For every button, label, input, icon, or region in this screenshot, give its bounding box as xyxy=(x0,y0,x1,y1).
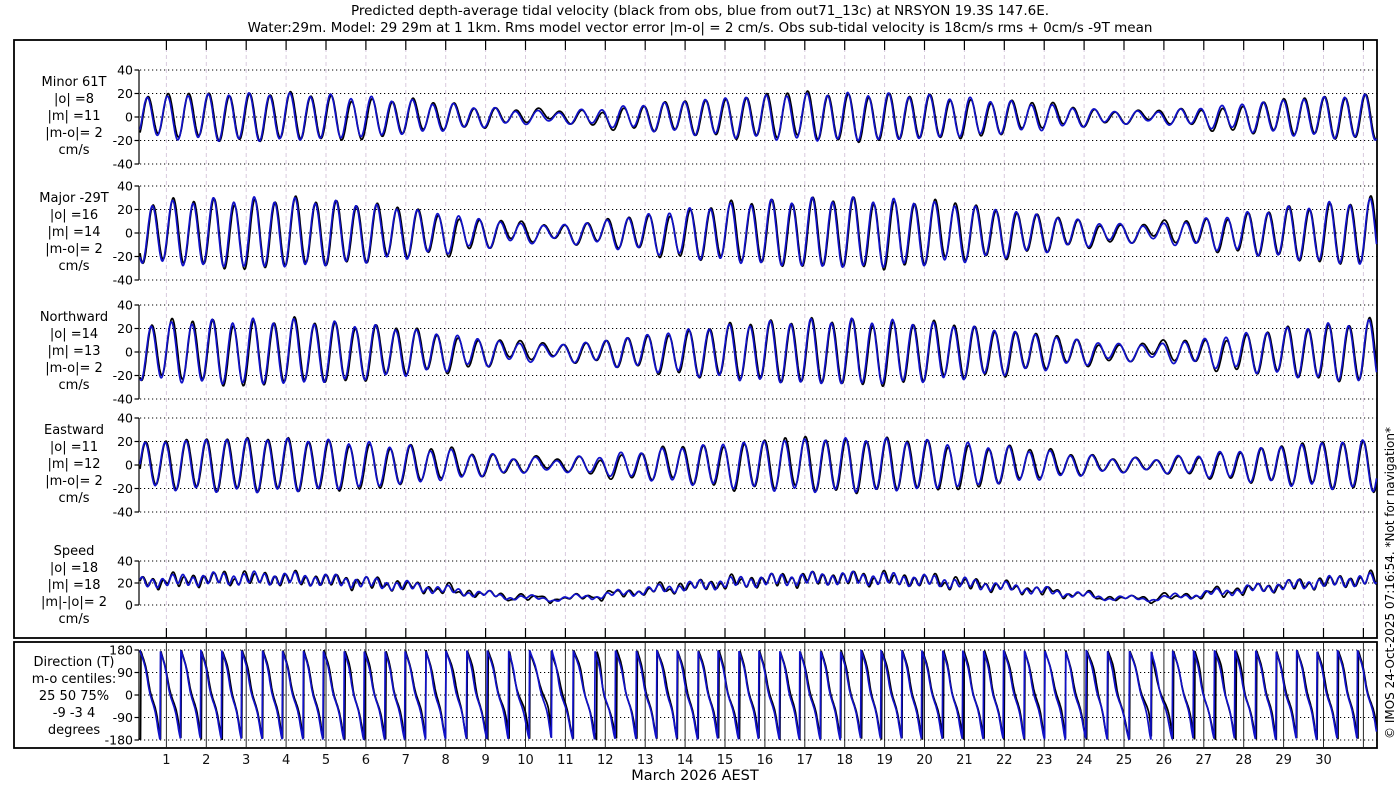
panel-label-northward: Northward |o| =14 |m| =13 |m-o|= 2 cm/s xyxy=(14,309,134,394)
x-tick-label: 18 xyxy=(836,753,853,768)
panel-title: Eastward xyxy=(43,423,105,438)
x-tick-label: 26 xyxy=(1156,753,1173,768)
tidal-velocity-figure: Predicted depth-average tidal velocity (… xyxy=(0,0,1400,800)
x-tick-label: 3 xyxy=(242,753,250,768)
model-rms: |m| =12 xyxy=(47,457,101,472)
x-tick-label: 15 xyxy=(717,753,734,768)
model-rms: |m| =14 xyxy=(47,225,101,240)
obs-rms: |o| =14 xyxy=(49,327,99,342)
panel-title: Major -29T xyxy=(39,191,109,206)
x-tick-label: 9 xyxy=(481,753,489,768)
velocity-panels-box xyxy=(13,39,1378,639)
x-axis-label: March 2026 AEST xyxy=(631,768,759,784)
panel-title: Speed xyxy=(53,544,95,559)
centiles-caption: m-o centiles: xyxy=(31,672,117,687)
obs-rms: |o| =16 xyxy=(49,208,99,223)
x-tick-label: 21 xyxy=(956,753,973,768)
x-tick-label: 11 xyxy=(557,753,574,768)
unit-label: cm/s xyxy=(58,378,90,393)
panel-title: Northward xyxy=(39,310,109,325)
x-tick-label: 30 xyxy=(1315,753,1332,768)
panel-label-eastward: Eastward |o| =11 |m| =12 |m-o|= 2 cm/s xyxy=(14,422,134,507)
x-tick-label: 28 xyxy=(1235,753,1252,768)
panel-label-direction: Direction (T) m-o centiles: 25 50 75% -9… xyxy=(14,654,134,739)
x-tick-label: 7 xyxy=(402,753,410,768)
x-tick-label: 13 xyxy=(637,753,654,768)
x-tick-label: 23 xyxy=(1036,753,1053,768)
model-rms: |m| =18 xyxy=(47,578,101,593)
panel-label-major: Major -29T |o| =16 |m| =14 |m-o|= 2 cm/s xyxy=(14,190,134,275)
error-rms: |m-o|= 2 xyxy=(45,242,103,257)
obs-rms: |o| =11 xyxy=(49,440,99,455)
error-rms: |m-o|= 2 xyxy=(45,126,103,141)
error-rms: |m-o|= 2 xyxy=(45,474,103,489)
unit-label: cm/s xyxy=(58,259,90,274)
model-rms: |m| =11 xyxy=(47,109,101,124)
x-tick-label: 17 xyxy=(797,753,814,768)
x-tick-label: 22 xyxy=(996,753,1013,768)
obs-rms: |o| =18 xyxy=(49,561,99,576)
panel-label-minor: Minor 61T |o| =8 |m| =11 |m-o|= 2 cm/s xyxy=(14,74,134,159)
model-rms: |m| =13 xyxy=(47,344,101,359)
x-tick-label: 6 xyxy=(362,753,370,768)
x-tick-label: 8 xyxy=(442,753,450,768)
error-rms: |m|-|o|= 2 xyxy=(40,595,108,610)
panel-title: Minor 61T xyxy=(41,75,107,90)
x-tick-label: 14 xyxy=(677,753,694,768)
centiles-values: -9 -3 4 xyxy=(52,706,96,721)
obs-rms: |o| =8 xyxy=(53,92,94,107)
centiles-levels: 25 50 75% xyxy=(38,689,110,704)
x-tick-label: 25 xyxy=(1116,753,1133,768)
unit-label: cm/s xyxy=(58,491,90,506)
unit-label: cm/s xyxy=(58,143,90,158)
x-tick-label: 24 xyxy=(1076,753,1093,768)
x-tick-label: 20 xyxy=(916,753,933,768)
panel-title: Direction (T) xyxy=(33,655,115,670)
plot-canvas: 40200-20-4040200-20-4040200-20-4040200-2… xyxy=(13,39,1378,768)
unit-label: cm/s xyxy=(58,612,90,627)
x-tick-label: 19 xyxy=(876,753,893,768)
error-rms: |m-o|= 2 xyxy=(45,361,103,376)
x-tick-label: 29 xyxy=(1275,753,1292,768)
panel-label-speed: Speed |o| =18 |m| =18 |m|-|o|= 2 cm/s xyxy=(14,543,134,628)
x-tick-label: 4 xyxy=(282,753,290,768)
unit-label: degrees xyxy=(47,723,101,738)
x-tick-label: 16 xyxy=(757,753,774,768)
watermark: © IMOS 24-Oct-2025 07:16:54. *Not for na… xyxy=(1383,427,1397,739)
x-tick-label: 5 xyxy=(322,753,330,768)
x-tick-label: 12 xyxy=(597,753,614,768)
x-tick-label: 1 xyxy=(162,753,170,768)
x-tick-label: 2 xyxy=(202,753,210,768)
x-tick-label: 10 xyxy=(517,753,534,768)
x-tick-label: 27 xyxy=(1196,753,1213,768)
